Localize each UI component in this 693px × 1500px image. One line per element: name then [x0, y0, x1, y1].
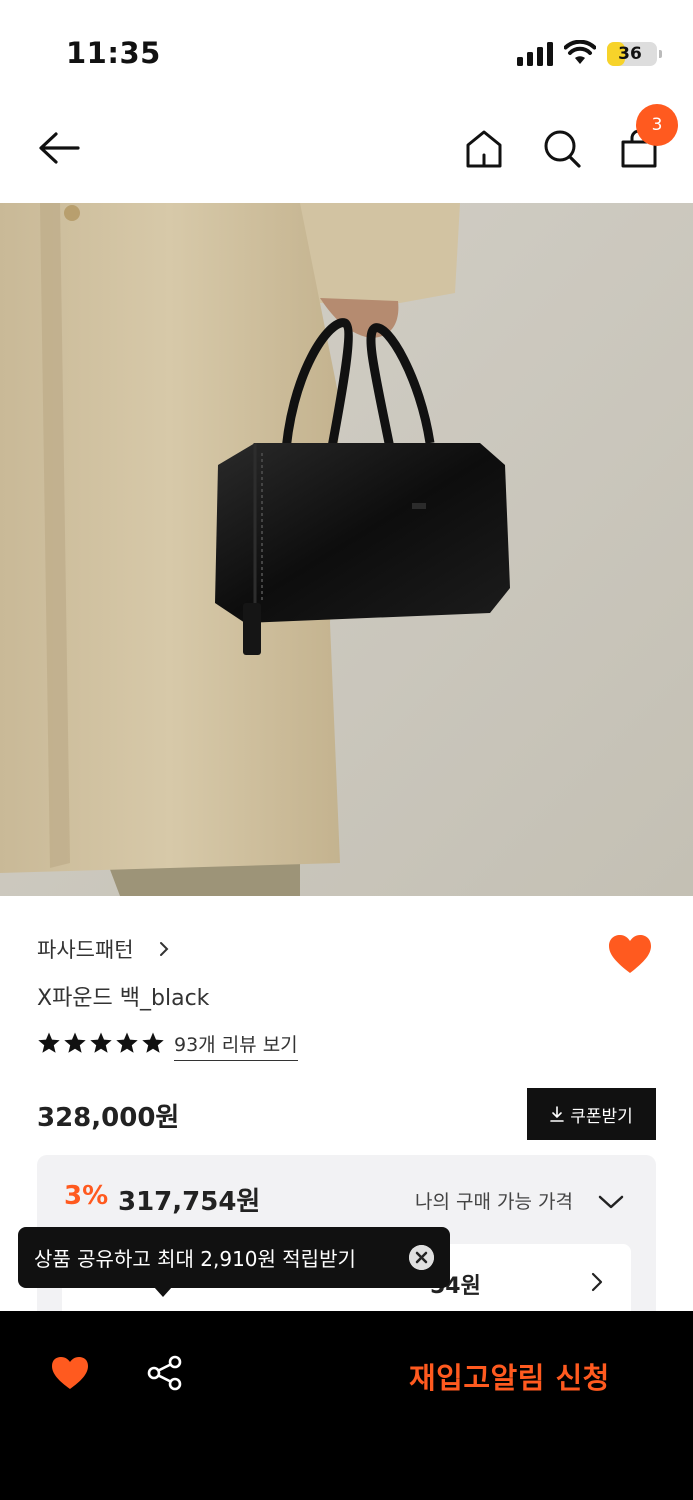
tooltip-arrow — [154, 1287, 172, 1297]
heart-wishlist-icon[interactable] — [50, 1355, 90, 1391]
star-icon — [64, 1032, 86, 1053]
home-icon[interactable] — [464, 128, 504, 170]
original-price: 328,000원 — [37, 1103, 180, 1133]
chevron-right-icon[interactable] — [158, 940, 170, 958]
reviews-link[interactable]: 93개 리뷰 보기 — [174, 1030, 298, 1061]
get-coupon-button[interactable]: 쿠폰받기 — [527, 1088, 656, 1140]
top-nav — [0, 100, 693, 203]
product-title: X파운드 백_black — [37, 986, 210, 1011]
discounted-price: 317,754원 — [118, 1187, 261, 1217]
brand-name[interactable]: 파사드패턴 — [37, 934, 134, 964]
status-bar: 11:35 36 — [0, 0, 693, 100]
coupon-label: 쿠폰받기 — [570, 1106, 633, 1127]
share-reward-tooltip: 상품 공유하고 최대 2,910원 적립받기 — [18, 1227, 450, 1297]
search-icon[interactable] — [542, 128, 582, 170]
cellular-signal-icon — [517, 42, 553, 66]
battery-indicator: 36 — [607, 42, 662, 66]
status-time: 11:35 — [66, 36, 161, 70]
product-photo — [0, 203, 693, 896]
star-icon — [116, 1032, 138, 1053]
product-image[interactable] — [0, 203, 693, 896]
tooltip-text: 상품 공유하고 최대 2,910원 적립받기 — [34, 1247, 356, 1271]
star-icon — [90, 1032, 112, 1053]
close-icon — [409, 1245, 434, 1270]
share-icon[interactable] — [146, 1354, 184, 1392]
chevron-down-icon[interactable] — [597, 1193, 625, 1211]
download-icon — [550, 1106, 565, 1122]
battery-level: 36 — [618, 44, 642, 64]
cart-count-badge: 3 — [636, 104, 678, 146]
tooltip-close-button[interactable] — [409, 1245, 434, 1270]
heart-wishlist-icon[interactable] — [607, 933, 653, 975]
back-arrow-icon[interactable] — [36, 128, 82, 168]
star-icon — [142, 1032, 164, 1053]
star-icon — [38, 1032, 60, 1053]
my-price-label[interactable]: 나의 구매 가능 가격 — [415, 1187, 573, 1214]
discount-percent: 3% — [64, 1181, 109, 1211]
bottom-action-bar: 재입고알림 신청 — [0, 1311, 693, 1500]
battery-tip — [659, 50, 662, 58]
restock-alert-button[interactable]: 재입고알림 신청 — [409, 1355, 610, 1397]
rating-stars — [37, 1031, 165, 1057]
wifi-icon — [564, 40, 596, 64]
chevron-right-icon[interactable] — [590, 1271, 604, 1293]
